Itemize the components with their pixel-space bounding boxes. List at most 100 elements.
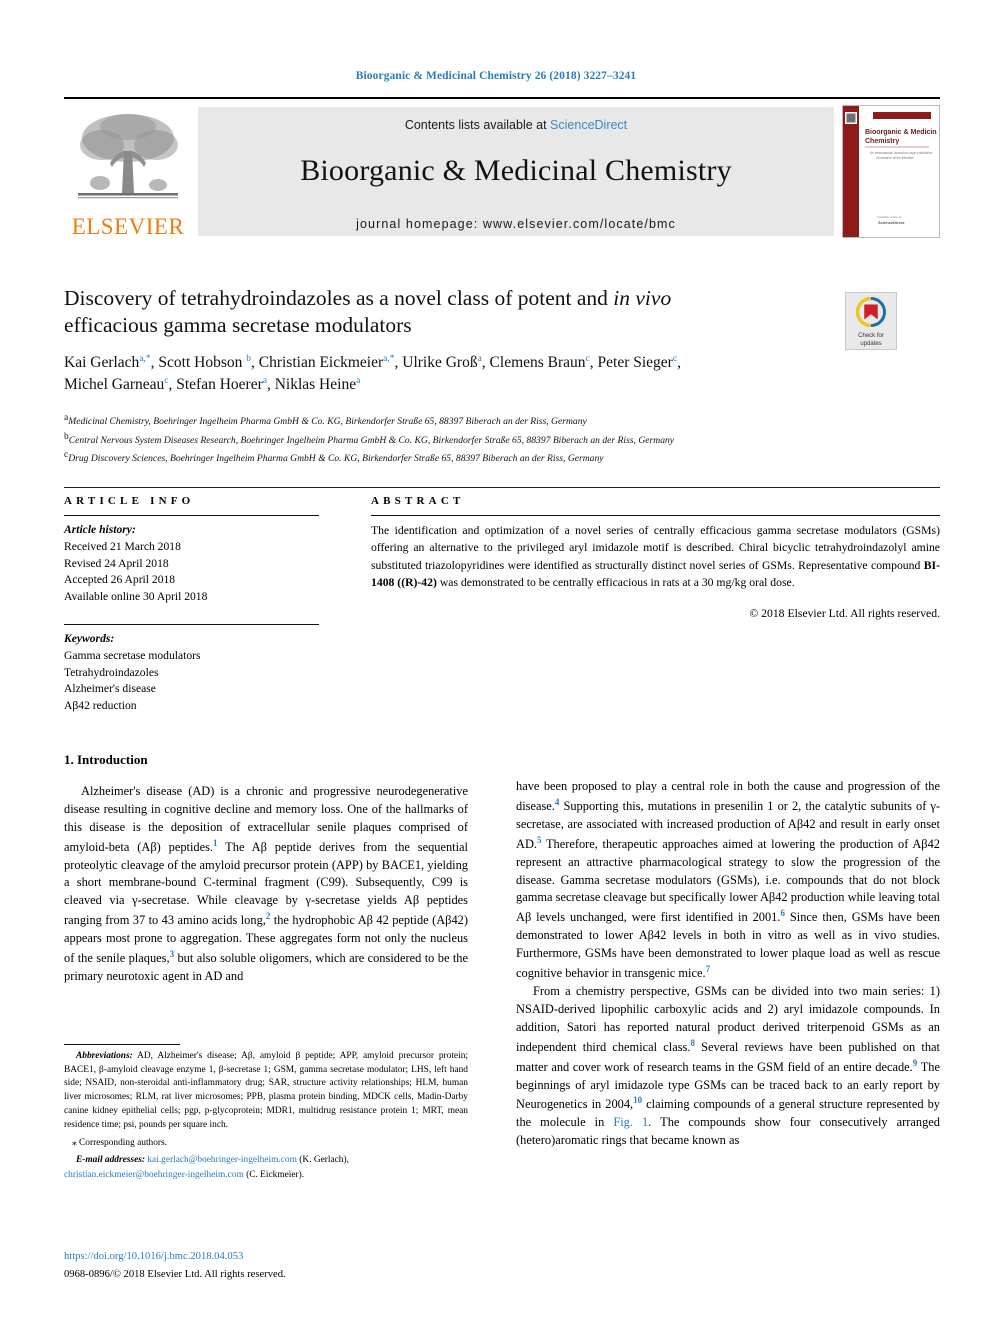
journal-masthead: ELSEVIER Contents lists available at Sci… [64, 97, 940, 240]
email2-who: (C. Eickmeier). [243, 1169, 305, 1180]
author-sep: , [266, 376, 275, 394]
keywords-block: Keywords: Gamma secretase modulators Tet… [64, 623, 319, 715]
page-title: Discovery of tetrahydroindazoles as a no… [64, 285, 834, 339]
email-label: E-mail addresses: [76, 1155, 146, 1166]
elsevier-tree-icon [78, 114, 178, 199]
title-line2: efficacious gamma secretase modulators [64, 313, 412, 338]
body-column-right: have been proposed to play a central rol… [516, 778, 940, 1150]
article-history-label: Article history: [64, 523, 136, 536]
compound-stereo: ((R)-42) [397, 575, 437, 589]
journal-homepage[interactable]: journal homepage: www.elsevier.com/locat… [198, 217, 834, 231]
history-available: Available online 30 April 2018 [64, 590, 208, 604]
email-link-eickmeier[interactable]: christian.eickmeier@boehringer-ingelheim… [64, 1170, 244, 1180]
author-sep: , [481, 354, 490, 371]
crossmark-icon [856, 297, 886, 327]
author-name: Kai Gerlach [64, 354, 140, 371]
author-name: Niklas Heine [274, 376, 357, 394]
author-list: Kai Gerlacha,*, Scott Hobson b, Christia… [64, 352, 944, 397]
elsevier-logo: ELSEVIER [64, 99, 192, 240]
abstract-copyright: © 2018 Elsevier Ltd. All rights reserved… [749, 607, 940, 621]
email1-who: (K. Gerlach), [296, 1155, 349, 1166]
keywords-rule [64, 623, 319, 625]
footer-block: https://doi.org/10.1016/j.bmc.2018.04.05… [64, 1250, 484, 1283]
abbreviations-label: Abbreviations: [76, 1051, 133, 1061]
abstract-block: ABSTRACT The identification and optimiza… [371, 495, 940, 620]
history-received: Received 21 March 2018 [64, 539, 181, 553]
email-link-gerlach[interactable]: kai.gerlach@boehringer-ingelheim.com [147, 1155, 297, 1165]
figure-link[interactable]: Fig. 1 [613, 1115, 648, 1129]
sciencedirect-link[interactable]: ScienceDirect [550, 118, 627, 132]
keyword: Aβ42 reduction [64, 699, 137, 713]
body-column-left: 1. Introduction Alzheimer's disease (AD)… [64, 752, 468, 986]
author-name: Christian Eickmeier [258, 354, 384, 371]
author[interactable]: Clemens Braunc [490, 354, 590, 371]
journal-reference: Bioorganic & Medicinal Chemistry 26 (201… [355, 70, 637, 82]
issn-copyright: 0968-0896/© 2018 Elsevier Ltd. All right… [64, 1269, 286, 1281]
author-sep: , [251, 354, 259, 371]
svg-text:Bioorganic & Medicinal: Bioorganic & Medicinal [865, 129, 937, 136]
title-block: Discovery of tetrahydroindazoles as a no… [64, 285, 834, 339]
keyword: Tetrahydroindazoles [64, 665, 159, 679]
author-sep: , [677, 354, 681, 371]
svg-text:Chemistry: Chemistry [865, 138, 899, 145]
author-name: Scott Hobson [158, 354, 243, 371]
crossmark-badge[interactable]: Check for updates [845, 292, 897, 350]
corresponding-author-note: ⁎ Corresponding authors. [72, 1138, 168, 1149]
footnote-rule [64, 1044, 180, 1045]
svg-text:of research at the interface: of research at the interface [876, 156, 914, 160]
author[interactable]: Ulrike Großa [402, 354, 482, 371]
author[interactable]: Scott Hobson b [158, 354, 251, 371]
contents-available-line: Contents lists available at ScienceDirec… [198, 107, 834, 132]
elsevier-wordmark: ELSEVIER [71, 214, 185, 239]
intro-paragraph-1: Alzheimer's disease (AD) is a chronic an… [64, 783, 468, 986]
author-sep: , [589, 354, 598, 371]
info-divider [64, 487, 940, 488]
intro-paragraph-1-cont: have been proposed to play a central rol… [516, 778, 940, 983]
crossmark-line1: Check for [858, 333, 884, 339]
affiliation-list: aMedicinal Chemistry, Boehringer Ingelhe… [64, 411, 944, 467]
journal-cover-thumbnail[interactable]: Bioorganic & Medicinal Chemistry An Inte… [842, 105, 940, 238]
author[interactable]: Peter Siegerc [598, 354, 678, 371]
contents-prefix: Contents lists available at [404, 118, 551, 132]
doi-link[interactable]: https://doi.org/10.1016/j.bmc.2018.04.05… [64, 1250, 484, 1264]
author[interactable]: Christian Eickmeiera,* [259, 354, 395, 371]
crossmark-label: Check for updates [846, 333, 896, 348]
author-name: Michel Garneau [64, 376, 165, 394]
affiliation: cDrug Discovery Sciences, Boehringer Ing… [64, 448, 944, 467]
section-heading-introduction: 1. Introduction [64, 752, 148, 767]
citation-ref[interactable]: 10 [633, 1095, 642, 1105]
author-name: Ulrike Groß [402, 354, 478, 371]
paper-page: Bioorganic & Medicinal Chemistry 26 (201… [0, 0, 992, 1323]
affiliation-text: Medicinal Chemistry, Boehringer Ingelhei… [68, 416, 587, 428]
author[interactable]: Kai Gerlacha,* [64, 354, 151, 371]
intro-paragraph-2: From a chemistry perspective, GSMs can b… [516, 983, 940, 1150]
affiliation: aMedicinal Chemistry, Boehringer Ingelhe… [64, 411, 944, 430]
title-line1-italic: in vivo [613, 286, 672, 310]
masthead-banner: Contents lists available at ScienceDirec… [198, 107, 834, 236]
journal-title: Bioorganic & Medicinal Chemistry [300, 154, 732, 187]
article-info-block: ARTICLE INFO Article history: Received 2… [64, 495, 319, 715]
keywords-label: Keywords: [64, 631, 115, 645]
abbreviations-note: Abbreviations: AD, Alzheimer's disease; … [64, 1050, 468, 1132]
author[interactable]: Michel Garneauc [64, 376, 169, 393]
citation-ref[interactable]: 7 [706, 964, 711, 974]
author[interactable]: Niklas Heinea [275, 376, 361, 393]
author-affil-mark: a,* [139, 353, 151, 364]
article-info-heading: ARTICLE INFO [64, 495, 195, 507]
abbreviations-text: AD, Alzheimer's disease; Aβ, amyloid β p… [64, 1051, 468, 1130]
keyword: Alzheimer's disease [64, 682, 156, 696]
abstract-rule [371, 515, 940, 516]
article-info-rule [64, 515, 319, 516]
history-accepted: Accepted 26 April 2018 [64, 573, 176, 587]
keyword: Gamma secretase modulators [64, 648, 201, 662]
affiliation-text: Central Nervous System Diseases Research… [68, 434, 675, 446]
svg-text:ScienceDirect: ScienceDirect [878, 220, 905, 225]
abstract-text: The identification and optimization of a… [371, 524, 940, 589]
affiliation: bCentral Nervous System Diseases Researc… [64, 430, 944, 449]
svg-text:Available online at: Available online at [877, 215, 901, 219]
footnote-block: Abbreviations: AD, Alzheimer's disease; … [64, 1044, 468, 1182]
email-note: E-mail addresses: kai.gerlach@boehringer… [64, 1153, 468, 1181]
svg-text:An International Journal for r: An International Journal for rapid publi… [870, 151, 933, 155]
author[interactable]: Stefan Hoerera [176, 376, 267, 393]
author-name: Peter Sieger [597, 354, 673, 371]
